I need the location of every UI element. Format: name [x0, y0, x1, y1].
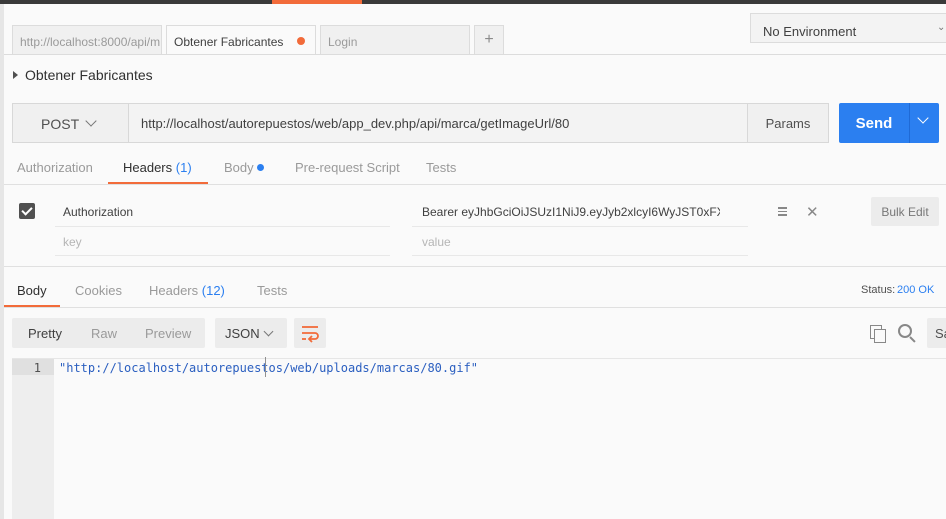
- url-input[interactable]: http://localhost/autorepuestos/web/app_d…: [128, 104, 748, 142]
- send-dropdown-button[interactable]: [909, 103, 939, 143]
- close-icon[interactable]: ✕: [806, 203, 819, 221]
- top-bar: [0, 0, 946, 4]
- tab-divider: [4, 54, 946, 55]
- line-number: 1: [33, 361, 41, 375]
- tab-divider: [4, 307, 946, 308]
- text-cursor: [265, 357, 266, 377]
- body-indicator-dot: [257, 164, 264, 171]
- row-divider: [412, 226, 748, 227]
- tab-body[interactable]: Body: [224, 160, 254, 175]
- unsaved-dot-icon: [297, 37, 305, 45]
- row-divider: [55, 255, 390, 256]
- tab-request-1[interactable]: http://localhost:8000/api/m: [12, 25, 162, 55]
- request-title[interactable]: Obtener Fabricantes: [25, 67, 153, 83]
- status-label: Status:: [861, 284, 896, 296]
- raw-button[interactable]: Raw: [91, 326, 117, 341]
- pretty-button[interactable]: Pretty: [28, 326, 62, 341]
- row-divider: [412, 255, 748, 256]
- response-tab-cookies[interactable]: Cookies: [75, 283, 122, 298]
- bulk-edit-button[interactable]: Bulk Edit: [871, 197, 939, 226]
- send-button[interactable]: Send: [839, 103, 909, 143]
- header-value-input[interactable]: Bearer eyJhbGciOiJSUzI1NiJ9.eyJyb2xlcyI6…: [422, 205, 720, 219]
- new-header-value-input[interactable]: value: [422, 235, 451, 249]
- response-tab-headers[interactable]: Headers (12): [149, 283, 225, 298]
- new-tab-button[interactable]: +: [474, 25, 504, 55]
- format-select[interactable]: JSON: [215, 318, 287, 348]
- tab-headers[interactable]: Headers (1): [123, 160, 192, 175]
- tab-prerequest-script[interactable]: Pre-request Script: [295, 160, 400, 175]
- preview-button[interactable]: Preview: [145, 326, 191, 341]
- response-tab-tests[interactable]: Tests: [257, 283, 287, 298]
- header-key-input[interactable]: Authorization: [63, 205, 133, 219]
- line-gutter: [12, 359, 54, 519]
- new-header-key-input[interactable]: key: [63, 235, 82, 249]
- caret-right-icon[interactable]: [13, 71, 18, 79]
- row-divider: [55, 226, 390, 227]
- drag-handle-icon[interactable]: [778, 207, 787, 218]
- response-body-editor[interactable]: [12, 358, 946, 519]
- response-body-text[interactable]: "http://localhost/autorepuestos/web/uplo…: [59, 361, 478, 375]
- tab-request-2[interactable]: Obtener Fabricantes: [166, 25, 316, 55]
- plus-icon: +: [484, 31, 494, 48]
- tab-authorization[interactable]: Authorization: [17, 160, 93, 175]
- chevron-down-icon: ⌄: [937, 22, 946, 33]
- wrap-lines-button[interactable]: [294, 318, 326, 348]
- search-icon-handle: [909, 336, 916, 343]
- tab-tests[interactable]: Tests: [426, 160, 456, 175]
- tab-request-3[interactable]: Login: [320, 25, 470, 55]
- top-bar-accent: [272, 0, 362, 4]
- response-tab-body[interactable]: Body: [17, 283, 47, 298]
- section-divider: [4, 266, 946, 267]
- save-response-button[interactable]: Sa: [927, 318, 946, 348]
- copy-icon-front: [874, 329, 886, 343]
- method-select[interactable]: POST: [13, 104, 128, 142]
- params-button[interactable]: Params: [748, 104, 828, 142]
- left-border: [0, 4, 4, 519]
- tab-divider: [4, 184, 946, 185]
- wrap-icon: [302, 326, 319, 343]
- environment-select[interactable]: No Environment: [750, 13, 946, 43]
- status-badge[interactable]: 200 OK: [897, 284, 934, 296]
